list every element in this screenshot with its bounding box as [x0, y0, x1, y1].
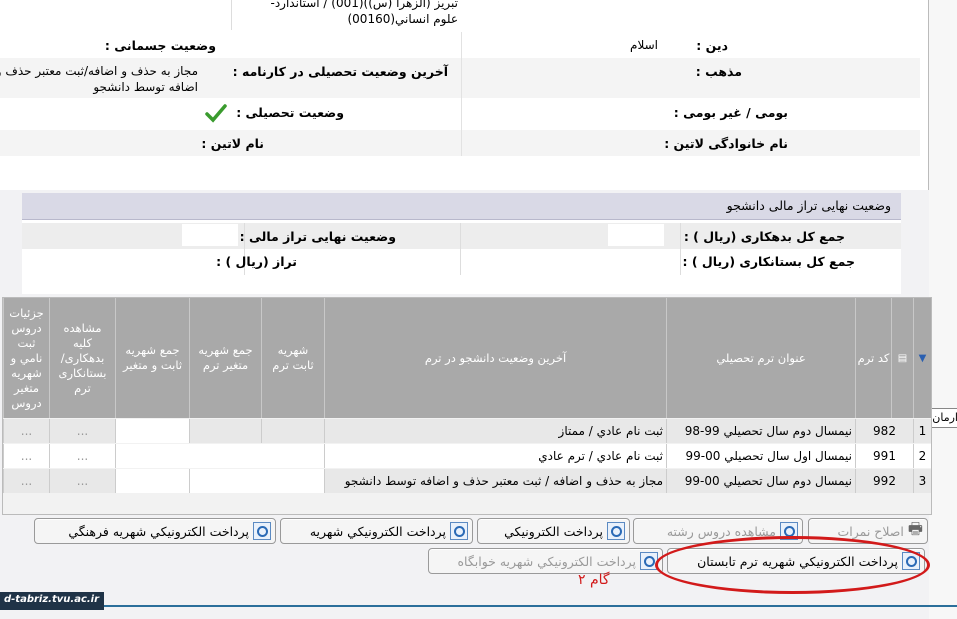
last-status-label: آخرین وضعیت تحصیلی در کارنامه : [232, 64, 448, 79]
university-line-2: علوم انساني(00160) [347, 12, 458, 26]
final-balance-label: وضعیت نهایی تراز مالی : [239, 229, 396, 244]
row-fees [189, 444, 324, 468]
religion-label: دین : [696, 38, 728, 53]
e-payment-button[interactable]: پرداخت الكترونيكي [477, 518, 630, 544]
latin-family-label: نام خانوادگی لاتین : [664, 136, 788, 151]
total-debit-value [608, 224, 664, 246]
highlight-ellipse [655, 536, 930, 594]
table-row[interactable]: 3 992 نيمسال دوم سال تحصيلي 00-99 مجاز ب… [3, 469, 931, 493]
view-all-link[interactable]: ... [49, 469, 115, 493]
divider [461, 32, 462, 156]
header-variable-fee[interactable]: جمع شهريه متغير ترم [189, 298, 261, 418]
finance-section-body: وضعیت نهایی تراز مالی : جمع کل بدهکاری (… [22, 220, 901, 294]
row-code: 991 [855, 444, 913, 468]
table-header: ▼ ▤ کد ترم عنوان ترم تحصيلي آخرين وضعيت … [3, 298, 931, 418]
row-status: مجاز به حذف و اضافه / ثبت معتبر حذف و اض… [324, 469, 666, 493]
table-row[interactable]: 2 991 نيمسال اول سال تحصيلي 00-99 ثبت نا… [3, 444, 931, 468]
edu-status-label: وضعیت تحصیلی : [236, 105, 344, 120]
table-row[interactable]: 1 982 نيمسال دوم سال تحصيلي 99-98 ثبت نا… [3, 419, 931, 443]
step-annotation: گام ۲ [578, 572, 610, 588]
sort-arrow-icon[interactable]: ▼ [913, 298, 931, 418]
row-variable-fee [189, 419, 261, 443]
e-cultural-button[interactable]: پرداخت الكترونيكي شهريه فرهنگي [34, 518, 276, 544]
header-sum-fee[interactable]: جمع شهريه ثابت و متغير [115, 298, 189, 418]
tooltip: ارمان [929, 408, 957, 428]
search-icon [253, 522, 271, 540]
university-line-1: تبريز (الزهرا (س))(001) / استاندارد- [270, 0, 459, 10]
header-view-all[interactable]: مشاهده کليه بدهکاری/ بستانکاری ترم [49, 298, 115, 418]
row-title: نيمسال دوم سال تحصيلي 99-98 [666, 419, 855, 443]
printer-icon: 🖶 [907, 518, 923, 538]
sect-label: مذهب : [695, 64, 742, 79]
header-details[interactable]: جزئيات دروس ثبت نامي و شهريه متغير دروس [3, 298, 49, 418]
footer-line [0, 605, 957, 607]
e-dorm-tuition-button[interactable]: پرداخت الكترونيكي شهريه خوابگاه [428, 548, 663, 574]
total-credit-label: جمع کل بستانکاری (ریال ) : [682, 254, 856, 269]
row-sum-fee [115, 419, 189, 443]
terms-table: ▼ ▤ کد ترم عنوان ترم تحصيلي آخرين وضعيت … [2, 297, 932, 515]
final-balance-value [182, 224, 238, 246]
row-status: ثبت نام عادي / ممتاز [324, 419, 666, 443]
search-icon [450, 522, 468, 540]
row-status: ثبت نام عادي / ترم عادي [324, 444, 666, 468]
row-sum-fee [115, 444, 189, 468]
physical-status-label: وضعیت جسمانی : [104, 38, 216, 53]
divider [460, 223, 461, 275]
row-index: 2 [913, 444, 931, 468]
check-icon [205, 104, 227, 123]
row-code: 992 [855, 469, 913, 493]
view-all-link[interactable]: ... [49, 444, 115, 468]
right-gutter [929, 0, 957, 619]
last-status-value-1: مجاز به حذف و اضافه/ثبت معتبر حذف و [0, 64, 198, 78]
header-fixed-fee[interactable]: شهريه ثابت ترم [261, 298, 324, 418]
row-fees [189, 469, 324, 493]
footer-watermark: d-tabriz.tvu.ac.ir [0, 592, 104, 610]
total-debit-label: جمع کل بدهکاری (ریال ) : [683, 229, 845, 244]
balance-label: تراز (ریال ) : [216, 254, 297, 269]
e-tuition-button[interactable]: پرداخت الكترونيكي شهريه [280, 518, 473, 544]
header-last-status[interactable]: آخرين وضعيت دانشجو در ترم [324, 298, 666, 418]
row-index: 3 [913, 469, 931, 493]
native-label: بومی / غیر بومی : [673, 105, 788, 120]
last-status-value-2: اضافه توسط دانشجو [93, 80, 198, 94]
student-info-panel: تبريز (الزهرا (س))(001) / استاندارد- علو… [0, 0, 929, 190]
columns-icon[interactable]: ▤ [891, 298, 913, 418]
details-link[interactable]: ... [3, 419, 49, 443]
header-code[interactable]: کد ترم [855, 298, 891, 418]
header-title[interactable]: عنوان ترم تحصيلي [666, 298, 855, 418]
finance-title: وضعیت نهایی تراز مالی دانشجو [726, 198, 891, 213]
divider [680, 223, 681, 275]
divider [231, 0, 232, 30]
row-code: 982 [855, 419, 913, 443]
religion-value: اسلام [630, 38, 658, 52]
view-all-link[interactable]: ... [49, 419, 115, 443]
details-link[interactable]: ... [3, 444, 49, 468]
row-index: 1 [913, 419, 931, 443]
row-fixed-fee [261, 419, 324, 443]
row-title: نيمسال اول سال تحصيلي 00-99 [666, 444, 855, 468]
search-icon [607, 522, 625, 540]
details-link[interactable]: ... [3, 469, 49, 493]
finance-section-header: وضعیت نهایی تراز مالی دانشجو [22, 193, 901, 220]
row-sum-fee [115, 469, 189, 493]
latin-name-label: نام لاتین : [201, 136, 264, 151]
row-title: نيمسال دوم سال تحصيلي 00-99 [666, 469, 855, 493]
